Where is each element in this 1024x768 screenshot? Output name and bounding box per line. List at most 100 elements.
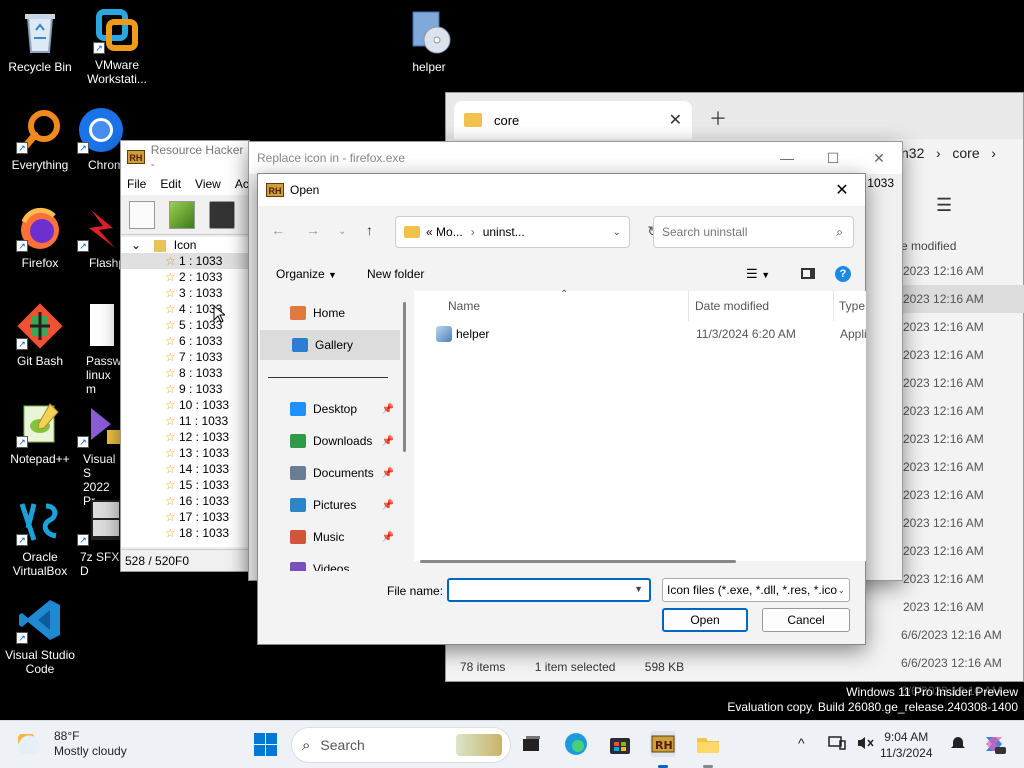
nav-item-videos[interactable]: Videos (258, 554, 398, 571)
pin-icon[interactable]: 📌 (382, 500, 394, 511)
breadcrumb-overflow[interactable]: « (426, 225, 433, 239)
collapse-arrow-icon[interactable]: ⌄ (131, 238, 141, 252)
tree-item[interactable]: ☆ 1 : 1033 (121, 253, 251, 269)
back-arrow-icon[interactable]: ← (271, 222, 285, 238)
copilot-icon[interactable] (981, 731, 1007, 768)
forward-arrow-icon[interactable]: → (306, 222, 320, 238)
file-row[interactable]: helper 11/3/2024 6:20 AM Appli (414, 321, 867, 347)
task-view-icon[interactable] (518, 731, 544, 757)
chevron-down-icon[interactable]: ▼ (634, 584, 643, 594)
weather-widget[interactable]: 88°F Mostly cloudy (18, 729, 127, 759)
tree-node-icon[interactable]: ⌄ Icon (121, 237, 251, 253)
desktop-icon-password[interactable]: Passwo linux m (80, 302, 120, 396)
tree-item[interactable]: ☆ 9 : 1033 (121, 381, 251, 397)
view-options-icon[interactable]: ☰ ▼ (746, 266, 770, 282)
new-file-button[interactable] (129, 200, 155, 229)
menu-icon[interactable]: ☰ (936, 195, 952, 216)
date-column-header[interactable]: Date modified (695, 299, 769, 313)
nav-item-music[interactable]: Music 📌 (258, 522, 398, 552)
resource-hacker-taskbar-icon[interactable]: RH (650, 731, 676, 757)
tree-item[interactable]: ☆ 6 : 1033 (121, 333, 251, 349)
recent-locations-chevron-icon[interactable]: ⌄ (338, 226, 346, 237)
desktop-icon-recycle-bin[interactable]: Recycle Bin (0, 8, 80, 74)
horizontal-scrollbar[interactable] (420, 560, 736, 563)
network-icon[interactable] (828, 735, 846, 768)
open-file-dialog[interactable]: RH Open ✕ ← → ⌄ ↑ « Mo... › uninst... ⌄ … (257, 173, 867, 645)
desktop-icon-visual-studio[interactable]: ↗ Visual S 2022 Pr (77, 400, 121, 508)
open-file-button[interactable] (169, 200, 195, 229)
date-modified-column-header[interactable]: e modified (901, 239, 956, 253)
desktop-icon-helper[interactable]: helper (389, 8, 469, 74)
nav-item-desktop[interactable]: Desktop 📌 (258, 394, 398, 424)
file-explorer-icon[interactable] (695, 731, 721, 757)
tree-item[interactable]: ☆ 8 : 1033 (121, 365, 251, 381)
clock[interactable]: 9:04 AM 11/3/2024 (880, 729, 933, 761)
nav-item-downloads[interactable]: Downloads 📌 (258, 426, 398, 456)
help-icon[interactable]: ? (835, 266, 851, 282)
desktop-icon-virtualbox[interactable]: ↗ Oracle VirtualBox (0, 498, 80, 578)
menu-view[interactable]: View (195, 177, 221, 191)
chevron-down-icon[interactable]: ⌄ (613, 227, 621, 238)
tree-item[interactable]: ☆ 2 : 1033 (121, 269, 251, 285)
desktop-icon-everything[interactable]: ↗ Everything (0, 106, 80, 172)
tree-item[interactable]: ☆ 11 : 1033 (121, 413, 251, 429)
desktop-icon-notepadpp[interactable]: ↗ Notepad++ (0, 400, 80, 466)
maximize-button[interactable]: ☐ (810, 150, 856, 167)
breadcrumb-segment[interactable]: n32 (901, 145, 924, 161)
desktop-icon-chrome[interactable]: ↗ Chrom (77, 106, 125, 172)
desktop-icon-vscode[interactable]: ↗ Visual Studio Code (0, 596, 80, 676)
tree-item[interactable]: ☆ 17 : 1033 (121, 509, 251, 525)
pin-icon[interactable]: 📌 (382, 404, 394, 415)
resource-tree[interactable]: ⌄ Icon ☆ 1 : 1033 ☆ 2 : 1033 ☆ 3 : 1033 ☆ 4 : 1… (121, 237, 251, 547)
close-tab-icon[interactable]: ✕ (669, 110, 682, 130)
file-type-filter-select[interactable]: Icon files (*.exe, *.dll, *.res, *.ico ⌄ (662, 578, 850, 602)
minimize-button[interactable]: — (764, 150, 810, 166)
taskbar-search[interactable]: ⌕ Search (291, 727, 511, 763)
up-arrow-icon[interactable]: ↑ (366, 222, 373, 238)
pin-icon[interactable]: 📌 (382, 436, 394, 447)
menu-file[interactable]: File (127, 177, 146, 191)
name-column-header[interactable]: Name (448, 299, 480, 313)
close-button[interactable]: ✕ (819, 180, 865, 200)
organize-button[interactable]: Organize ▼ (276, 267, 337, 281)
open-button[interactable]: Open (662, 608, 748, 632)
show-hidden-icons-chevron-icon[interactable]: ^ (798, 735, 805, 768)
tree-item[interactable]: ☆ 7 : 1033 (121, 349, 251, 365)
tree-item[interactable]: ☆ 4 : 1033 (121, 301, 251, 317)
nav-item-documents[interactable]: Documents 📌 (258, 458, 398, 488)
tree-item[interactable]: ☆ 13 : 1033 (121, 445, 251, 461)
resource-hacker-window[interactable]: RH Resource Hacker - File Edit View Act … (120, 140, 252, 572)
tree-item[interactable]: ☆ 10 : 1033 (121, 397, 251, 413)
tree-item[interactable]: ☆ 15 : 1033 (121, 477, 251, 493)
breadcrumb-segment[interactable]: uninst... (483, 225, 525, 239)
pin-icon[interactable]: 📌 (382, 468, 394, 479)
tree-item[interactable]: ☆ 5 : 1033 (121, 317, 251, 333)
search-input[interactable]: Search uninstall ⌕ (653, 216, 854, 248)
desktop-icon-vmware[interactable]: ↗ VMware Workstati... (77, 6, 157, 86)
desktop-icon-firefox[interactable]: ↗ Firefox (0, 204, 80, 270)
explorer-breadcrumb[interactable]: n32 › core › (901, 145, 996, 161)
tree-item[interactable]: ☆ 14 : 1033 (121, 461, 251, 477)
edge-icon[interactable] (563, 731, 589, 757)
tree-item[interactable]: ☆ 18 : 1033 (121, 525, 251, 541)
breadcrumb-segment[interactable]: core (952, 145, 979, 161)
save-button[interactable] (209, 200, 235, 229)
volume-muted-icon[interactable] (856, 735, 874, 768)
close-button[interactable]: ✕ (856, 150, 902, 167)
file-name-input[interactable]: ▼ (447, 578, 651, 602)
preview-pane-icon[interactable] (801, 268, 815, 279)
nav-scrollbar[interactable] (403, 302, 406, 452)
type-column-header[interactable]: Type (839, 299, 865, 313)
microsoft-store-icon[interactable] (607, 731, 633, 757)
nav-item-pictures[interactable]: Pictures 📌 (258, 490, 398, 520)
tree-item[interactable]: ☆ 12 : 1033 (121, 429, 251, 445)
address-bar[interactable]: « Mo... › uninst... ⌄ ↻ (395, 216, 659, 248)
do-not-disturb-icon[interactable] (949, 735, 967, 768)
explorer-tab[interactable]: core ✕ (454, 101, 692, 139)
nav-item-home[interactable]: Home (258, 298, 398, 328)
tree-item[interactable]: ☆ 16 : 1033 (121, 493, 251, 509)
desktop-icon-git-bash[interactable]: ↗ Git Bash (0, 302, 80, 368)
new-folder-button[interactable]: New folder (367, 267, 424, 281)
start-button[interactable] (252, 731, 278, 757)
desktop-icon-flashpoint[interactable]: ↗ Flashp (77, 204, 121, 270)
